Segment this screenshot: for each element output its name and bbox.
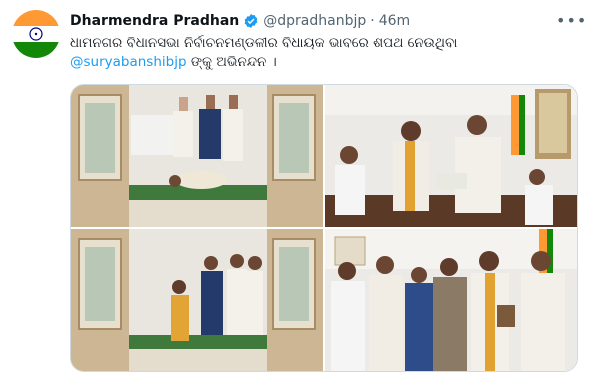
author-handle[interactable]: @dpradhanbjp [263, 13, 366, 29]
tweet-text: ଧାମନଗର ବିଧାନସଭା ନିର୍ବାଚନମଣ୍ଡଳୀର ବିଧାୟକ ଭ… [70, 34, 570, 72]
separator-dot: · [370, 13, 375, 29]
photo-group-memento[interactable] [325, 229, 577, 371]
tweet-text-part: ଧାମନଗର ବିଧାନସଭା ନିର୍ବାଚନମଣ୍ଡଳୀର ବିଧାୟକ ଭ… [70, 35, 458, 51]
photo-oath-ceremony[interactable] [325, 85, 577, 227]
photo-doorway-greeting[interactable] [71, 229, 323, 371]
more-options-icon[interactable]: ••• [556, 11, 586, 30]
verified-badge-icon [244, 14, 258, 28]
tweet-card[interactable]: Dharmendra Pradhan @dpradhanbjp · 46m ••… [0, 0, 591, 376]
media-grid [70, 84, 578, 372]
author-name[interactable]: Dharmendra Pradhan [70, 13, 239, 29]
tweet-timestamp[interactable]: 46m [379, 13, 410, 29]
tweet-text-part: ଙ୍କୁ ଅଭିନନ୍ଦନ । [186, 54, 277, 70]
photo-bowing[interactable] [71, 85, 323, 227]
author-avatar[interactable] [12, 10, 60, 58]
mention-link[interactable]: @suryabanshibjp [70, 54, 187, 70]
tweet-header: Dharmendra Pradhan @dpradhanbjp · 46m [70, 11, 410, 31]
india-flag-icon [12, 10, 60, 58]
